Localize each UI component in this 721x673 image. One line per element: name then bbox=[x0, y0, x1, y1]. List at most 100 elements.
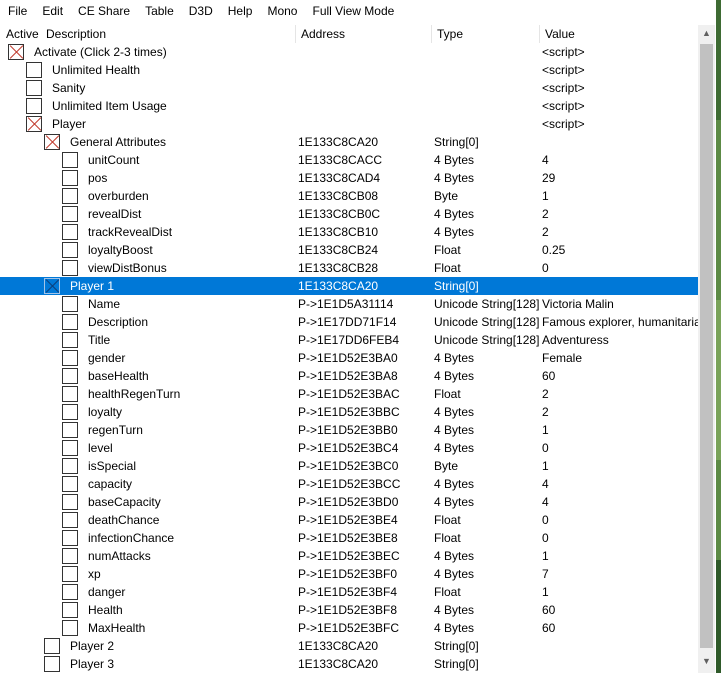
row-value: 60 bbox=[542, 603, 556, 617]
active-checkbox[interactable] bbox=[44, 134, 60, 150]
table-row[interactable]: loyaltyBoost 1E133C8CB24 Float 0.25 bbox=[0, 241, 698, 259]
active-checkbox[interactable] bbox=[62, 350, 78, 366]
table-row[interactable]: loyalty P->1E1D52E3BBC 4 Bytes 2 bbox=[0, 403, 698, 421]
active-checkbox[interactable] bbox=[62, 386, 78, 402]
menu-file[interactable]: File bbox=[8, 0, 27, 22]
row-value: 60 bbox=[542, 621, 556, 635]
column-header-description[interactable]: Description bbox=[40, 25, 296, 43]
active-checkbox[interactable] bbox=[62, 440, 78, 456]
table-row[interactable]: Activate (Click 2-3 times) <script> bbox=[0, 43, 698, 61]
row-description: healthRegenTurn bbox=[88, 387, 181, 401]
vertical-scrollbar[interactable]: ▲ ▼ bbox=[698, 25, 715, 673]
table-row[interactable]: danger P->1E1D52E3BF4 Float 1 bbox=[0, 583, 698, 601]
active-checkbox[interactable] bbox=[62, 314, 78, 330]
active-checkbox[interactable] bbox=[62, 566, 78, 582]
column-header-value[interactable]: Value bbox=[540, 25, 700, 43]
table-row[interactable]: level P->1E1D52E3BC4 4 Bytes 0 bbox=[0, 439, 698, 457]
table-row[interactable]: Unlimited Health <script> bbox=[0, 61, 698, 79]
table-row[interactable]: deathChance P->1E1D52E3BE4 Float 0 bbox=[0, 511, 698, 529]
arrow-up-icon[interactable]: ▲ bbox=[698, 25, 715, 42]
active-checkbox[interactable] bbox=[62, 224, 78, 240]
row-value: 1 bbox=[542, 189, 549, 203]
active-checkbox[interactable] bbox=[26, 62, 42, 78]
table-row[interactable]: unitCount 1E133C8CACC 4 Bytes 4 bbox=[0, 151, 698, 169]
row-type: Float bbox=[434, 261, 461, 275]
active-checkbox[interactable] bbox=[62, 206, 78, 222]
active-checkbox[interactable] bbox=[62, 512, 78, 528]
row-value: <script> bbox=[542, 99, 585, 113]
table-row[interactable]: revealDist 1E133C8CB0C 4 Bytes 2 bbox=[0, 205, 698, 223]
table-row[interactable]: Unlimited Item Usage <script> bbox=[0, 97, 698, 115]
table-row[interactable]: Title P->1E17DD6FEB4 Unicode String[128] Ad… bbox=[0, 331, 698, 349]
menu-edit[interactable]: Edit bbox=[42, 0, 63, 22]
active-checkbox[interactable] bbox=[62, 260, 78, 276]
active-checkbox[interactable] bbox=[62, 332, 78, 348]
column-header-type[interactable]: Type bbox=[432, 25, 540, 43]
active-checkbox[interactable] bbox=[62, 368, 78, 384]
table-row[interactable]: capacity P->1E1D52E3BCC 4 Bytes 4 bbox=[0, 475, 698, 493]
table-row[interactable]: Name P->1E1D5A31114 Unicode String[128] Vic… bbox=[0, 295, 698, 313]
active-checkbox[interactable] bbox=[26, 98, 42, 114]
table-row[interactable]: General Attributes 1E133C8CA20 String[0] bbox=[0, 133, 698, 151]
menu-mono[interactable]: Mono bbox=[267, 0, 297, 22]
table-row[interactable]: xp P->1E1D52E3BF0 4 Bytes 7 bbox=[0, 565, 698, 583]
table-row[interactable]: baseHealth P->1E1D52E3BA8 4 Bytes 60 bbox=[0, 367, 698, 385]
row-address: P->1E17DD6FEB4 bbox=[298, 333, 400, 347]
active-checkbox[interactable] bbox=[62, 422, 78, 438]
cheat-table-list: Activate (Click 2-3 times) <script> Unlimi… bbox=[0, 43, 698, 673]
table-row[interactable]: Sanity <script> bbox=[0, 79, 698, 97]
active-checkbox[interactable] bbox=[62, 602, 78, 618]
active-checkbox[interactable] bbox=[62, 620, 78, 636]
active-checkbox[interactable] bbox=[62, 548, 78, 564]
active-checkbox[interactable] bbox=[62, 188, 78, 204]
table-row[interactable]: Description P->1E17DD71F14 Unicode String[… bbox=[0, 313, 698, 331]
arrow-down-icon[interactable]: ▼ bbox=[698, 653, 715, 670]
table-row[interactable]: regenTurn P->1E1D52E3BB0 4 Bytes 1 bbox=[0, 421, 698, 439]
active-checkbox[interactable] bbox=[62, 494, 78, 510]
table-row[interactable]: isSpecial P->1E1D52E3BC0 Byte 1 bbox=[0, 457, 698, 475]
menu-d3d[interactable]: D3D bbox=[189, 0, 213, 22]
active-checkbox[interactable] bbox=[62, 170, 78, 186]
menu-table[interactable]: Table bbox=[145, 0, 174, 22]
table-row[interactable]: gender P->1E1D52E3BA0 4 Bytes Female bbox=[0, 349, 698, 367]
table-row[interactable]: Player <script> bbox=[0, 115, 698, 133]
active-checkbox[interactable] bbox=[62, 404, 78, 420]
active-checkbox[interactable] bbox=[62, 530, 78, 546]
table-row[interactable]: infectionChance P->1E1D52E3BE8 Float 0 bbox=[0, 529, 698, 547]
row-type: 4 Bytes bbox=[434, 207, 475, 221]
active-checkbox[interactable] bbox=[26, 80, 42, 96]
table-row[interactable]: pos 1E133C8CAD4 4 Bytes 29 bbox=[0, 169, 698, 187]
column-header-active[interactable]: Active bbox=[0, 25, 40, 43]
table-row[interactable]: Health P->1E1D52E3BF8 4 Bytes 60 bbox=[0, 601, 698, 619]
active-checkbox[interactable] bbox=[44, 638, 60, 654]
menu-help[interactable]: Help bbox=[228, 0, 253, 22]
table-row[interactable]: Player 2 1E133C8CA20 String[0] bbox=[0, 637, 698, 655]
row-value: <script> bbox=[542, 63, 585, 77]
active-checkbox[interactable] bbox=[62, 152, 78, 168]
active-checkbox[interactable] bbox=[62, 476, 78, 492]
table-row[interactable]: Player 3 1E133C8CA20 String[0] bbox=[0, 655, 698, 673]
table-row[interactable]: trackRevealDist 1E133C8CB10 4 Bytes 2 bbox=[0, 223, 698, 241]
menu-full-view-mode[interactable]: Full View Mode bbox=[312, 0, 394, 22]
table-row[interactable]: viewDistBonus 1E133C8CB28 Float 0 bbox=[0, 259, 698, 277]
active-checkbox[interactable] bbox=[62, 458, 78, 474]
column-header-address[interactable]: Address bbox=[296, 25, 432, 43]
row-type: 4 Bytes bbox=[434, 369, 475, 383]
row-address: P->1E1D52E3BCC bbox=[298, 477, 401, 491]
table-row[interactable]: MaxHealth P->1E1D52E3BFC 4 Bytes 60 bbox=[0, 619, 698, 637]
table-row[interactable]: overburden 1E133C8CB08 Byte 1 bbox=[0, 187, 698, 205]
table-row[interactable]: Player 1 1E133C8CA20 String[0] bbox=[0, 277, 698, 295]
table-row[interactable]: baseCapacity P->1E1D52E3BD0 4 Bytes 4 bbox=[0, 493, 698, 511]
active-checkbox[interactable] bbox=[62, 584, 78, 600]
scrollbar-thumb[interactable] bbox=[700, 44, 713, 648]
active-checkbox[interactable] bbox=[44, 656, 60, 672]
active-checkbox[interactable] bbox=[44, 278, 60, 294]
active-checkbox[interactable] bbox=[62, 242, 78, 258]
row-address: P->1E1D52E3BE4 bbox=[298, 513, 398, 527]
menu-ce-share[interactable]: CE Share bbox=[78, 0, 130, 22]
active-checkbox[interactable] bbox=[62, 296, 78, 312]
table-row[interactable]: healthRegenTurn P->1E1D52E3BAC Float 2 bbox=[0, 385, 698, 403]
active-checkbox[interactable] bbox=[26, 116, 42, 132]
active-checkbox[interactable] bbox=[8, 44, 24, 60]
table-row[interactable]: numAttacks P->1E1D52E3BEC 4 Bytes 1 bbox=[0, 547, 698, 565]
